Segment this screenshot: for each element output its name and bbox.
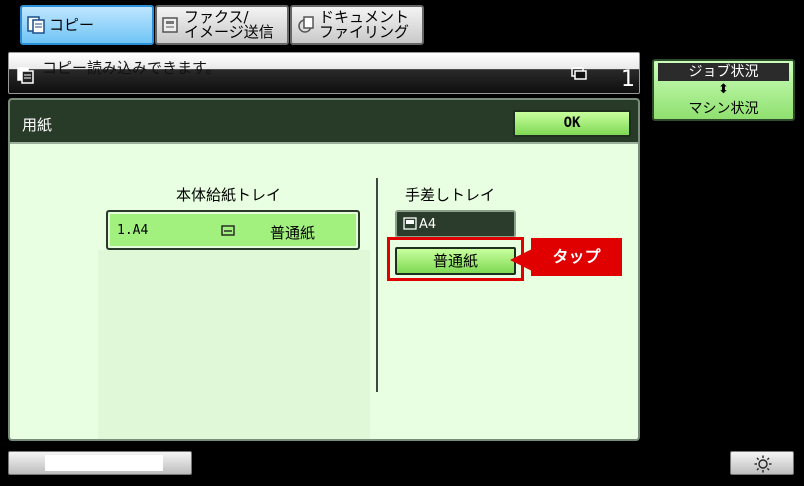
copy-count: 1 (621, 67, 635, 92)
main-tray-area (98, 250, 370, 439)
tab-fax-label-line2: イメージ送信 (184, 23, 274, 41)
job-status-button[interactable]: ジョブ状況 ⬍ マシン状況 (652, 59, 795, 121)
main-tray-paper-type: 普通紙 (270, 224, 316, 242)
panel-title: 用紙 (22, 116, 53, 134)
sun-icon (754, 455, 772, 473)
tab-doc-label-line2: ファイリング (319, 23, 410, 41)
bypass-paper-type-button[interactable]: 普通紙 (395, 247, 516, 275)
tap-callout: タップ (531, 238, 622, 276)
copies-icon (571, 67, 587, 80)
main-tray-size: 1.A4 (117, 223, 149, 238)
bypass-tray-label: 手差しトレイ (405, 186, 496, 204)
copy-mode-icon (17, 67, 34, 84)
document-filing-icon (298, 16, 314, 33)
ok-button[interactable]: OK (513, 110, 631, 137)
machine-status-label: マシン状況 (688, 101, 759, 117)
status-bar: コピー読み込みできます。 1 (8, 52, 640, 94)
bypass-tray-icon (403, 217, 417, 230)
tray-icon (221, 225, 235, 236)
toggle-arrows-icon: ⬍ (718, 82, 729, 97)
tab-fax-image-send[interactable]: ファクス/ イメージ送信 (155, 5, 289, 45)
tab-document-filing[interactable]: ドキュメント ファイリング (290, 5, 424, 45)
divider (376, 178, 378, 392)
main-tray-button[interactable]: 1.A4 普通紙 (106, 210, 360, 250)
bypass-tray-size: A4 (419, 217, 437, 232)
panel-header: 用紙 OK (10, 100, 638, 144)
tab-copy[interactable]: コピー (20, 5, 154, 45)
bypass-tray-size-display: A4 (395, 210, 516, 238)
main-tray-label: 本体給紙トレイ (176, 186, 282, 204)
status-message: コピー読み込みできます。 (42, 59, 221, 77)
fax-icon (162, 17, 178, 33)
bottom-left-button[interactable] (8, 451, 192, 475)
brightness-button[interactable] (730, 451, 794, 475)
tab-copy-label: コピー (49, 15, 95, 34)
callout-pointer-icon (510, 249, 532, 271)
copy-icon (27, 16, 45, 34)
bottom-left-fill (45, 455, 163, 471)
job-status-label: ジョブ状況 (658, 63, 789, 81)
